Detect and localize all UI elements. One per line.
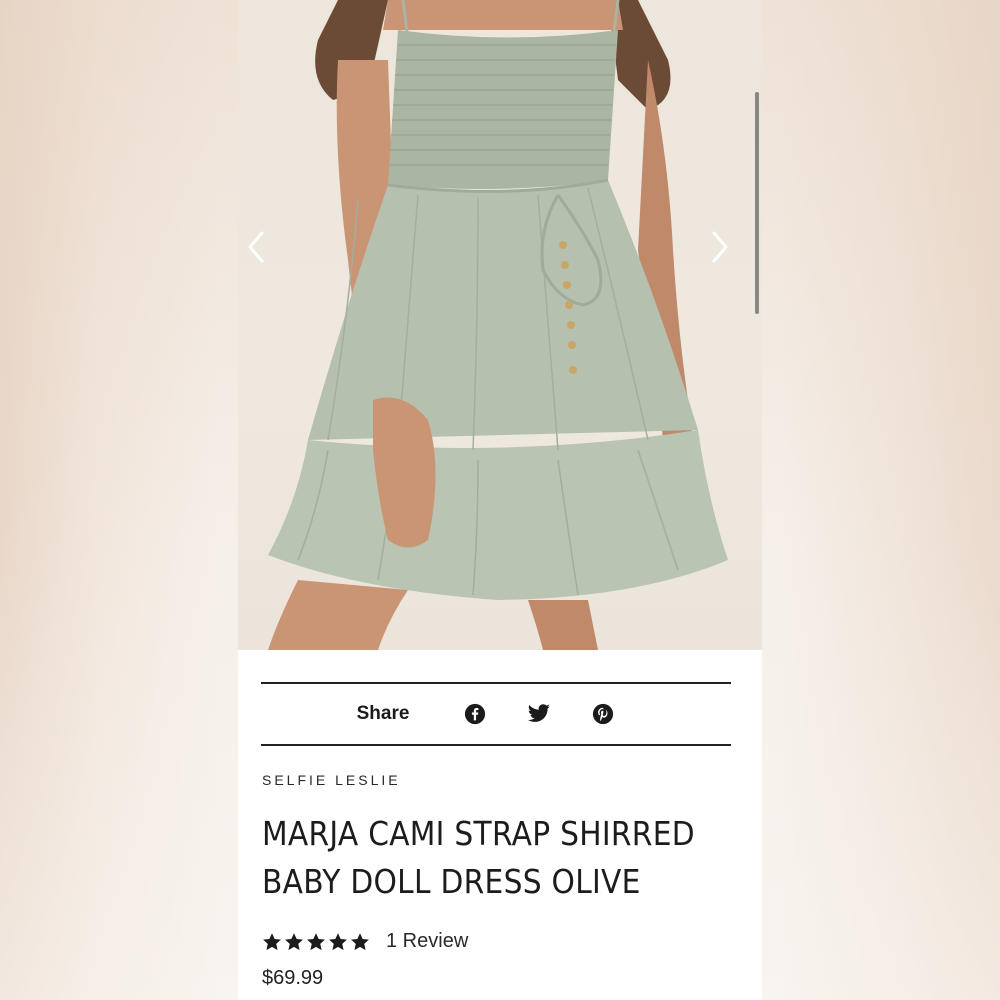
twitter-icon: [528, 704, 551, 722]
product-price: $69.99: [262, 967, 324, 989]
gallery-prev-button[interactable]: [246, 230, 286, 274]
chevron-left-icon: [248, 231, 264, 263]
product-page: Share SELFIE LESLIE MARJA CAMI STRAP SHI…: [238, 0, 762, 1000]
product-rating: 1 Review: [262, 930, 468, 953]
scrollbar[interactable]: [755, 92, 759, 314]
product-image-gallery[interactable]: [238, 0, 762, 650]
pinterest-share-button[interactable]: [591, 702, 615, 726]
twitter-share-button[interactable]: [527, 702, 551, 726]
star-icon: [285, 932, 303, 950]
star-rating: [262, 932, 370, 952]
gallery-next-button[interactable]: [710, 230, 750, 274]
product-title-line-2: BABY DOLL DRESS OLIVE: [262, 862, 641, 901]
pinterest-icon: [593, 703, 614, 725]
star-icon: [307, 932, 325, 950]
facebook-share-button[interactable]: [463, 702, 487, 726]
chevron-right-icon: [712, 231, 728, 263]
product-title-line-1: MARJA CAMI STRAP SHIRRED: [262, 814, 695, 853]
share-bar: Share: [261, 682, 731, 746]
star-icon: [351, 932, 369, 950]
product-title: MARJA CAMI STRAP SHIRRED BABY DOLL DRESS…: [262, 810, 695, 906]
star-icon: [329, 932, 347, 950]
product-photo: [268, 0, 728, 650]
brand-name[interactable]: SELFIE LESLIE: [262, 772, 401, 788]
facebook-icon: [465, 703, 486, 725]
share-label: Share: [356, 703, 410, 724]
star-icon: [263, 932, 281, 950]
review-count-link[interactable]: 1 Review: [386, 930, 468, 953]
